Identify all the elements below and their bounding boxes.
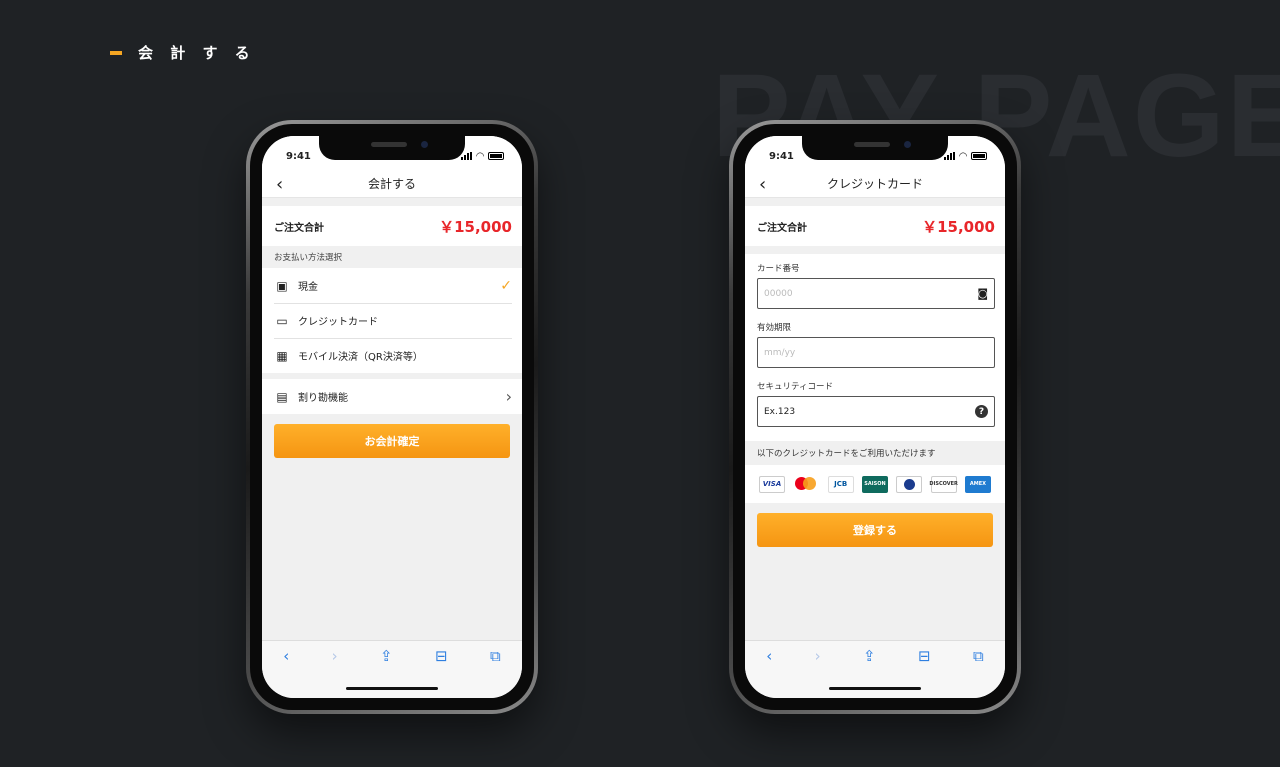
- order-total-row: ご注文合計 ￥15,000: [262, 206, 522, 246]
- back-chevron-icon[interactable]: ‹: [759, 174, 766, 195]
- checkmark-icon: ✓: [500, 277, 512, 294]
- card-number-field[interactable]: 00000 ◙: [757, 278, 995, 309]
- forward-arrow-icon[interactable]: ›: [332, 647, 338, 698]
- wifi-icon: ◠: [959, 150, 967, 162]
- split-bill-list: ▤ 割り勘機能 ›: [262, 379, 522, 414]
- order-total-amount: ￥15,000: [439, 217, 512, 236]
- battery-icon: [971, 152, 987, 160]
- share-icon[interactable]: ⇪: [863, 647, 876, 698]
- phone-mockup-checkout: 9:41 ◠ ‹ 会計する ご注文合計 ￥15,000 お支払い方法選択 ▣ 現…: [246, 120, 538, 714]
- tabs-icon[interactable]: ⧉: [490, 647, 501, 698]
- signal-icon: [461, 152, 473, 160]
- confirm-checkout-button[interactable]: お会計確定: [274, 424, 510, 458]
- back-arrow-icon[interactable]: ‹: [766, 647, 772, 698]
- nav-bar: ‹ 会計する: [262, 170, 522, 198]
- amex-logo-icon: AMEX: [964, 475, 991, 493]
- forward-arrow-icon[interactable]: ›: [815, 647, 821, 698]
- bookmarks-icon[interactable]: ⊟: [918, 647, 931, 698]
- mastercard-logo-icon: [793, 476, 819, 493]
- cash-icon: ▣: [276, 278, 288, 293]
- payment-option-cash[interactable]: ▣ 現金 ✓: [262, 268, 522, 303]
- checkout-screen: 9:41 ◠ ‹ 会計する ご注文合計 ￥15,000 お支払い方法選択 ▣ 現…: [262, 136, 522, 698]
- payment-method-list: ▣ 現金 ✓ ▭ クレジットカード ▦ モバイル決済（QR決済等）: [262, 268, 522, 373]
- payment-option-credit-card[interactable]: ▭ クレジットカード: [262, 303, 522, 338]
- payment-option-mobile[interactable]: ▦ モバイル決済（QR決済等）: [262, 338, 522, 373]
- status-time: 9:41: [286, 150, 311, 162]
- back-arrow-icon[interactable]: ‹: [283, 647, 289, 698]
- accepted-cards-label: 以下のクレジットカードをご利用いただけます: [757, 449, 936, 459]
- split-bill-label: 割り勘機能: [298, 393, 348, 404]
- accent-dash: [110, 50, 122, 55]
- payment-option-label: モバイル決済（QR決済等）: [298, 352, 423, 363]
- split-bill-item[interactable]: ▤ 割り勘機能 ›: [262, 379, 522, 414]
- order-total-row: ご注文合計 ￥15,000: [745, 206, 1005, 246]
- section-title: 会 計 す る: [110, 42, 256, 63]
- register-card-button[interactable]: 登録する: [757, 513, 993, 547]
- discover-logo-icon: DISCOVER: [929, 475, 958, 493]
- saison-card-logo-icon: SAISON: [861, 475, 888, 493]
- order-total-amount: ￥15,000: [922, 217, 995, 236]
- payment-option-label: クレジットカード: [298, 317, 378, 328]
- card-form: カード番号 00000 ◙ 有効期限 mm/yy セキュリティコード Ex.12…: [745, 254, 1005, 441]
- section-title-label: 会 計 す る: [138, 44, 256, 62]
- payment-method-section-label: お支払い方法選択: [274, 253, 343, 263]
- credit-card-screen: 9:41 ◠ ‹ クレジットカード ご注文合計 ￥15,000 カード番号 00…: [745, 136, 1005, 698]
- expiry-placeholder: mm/yy: [764, 347, 796, 358]
- bookmarks-icon[interactable]: ⊟: [435, 647, 448, 698]
- camera-icon[interactable]: ◙: [977, 287, 988, 300]
- phone-notch: [319, 136, 465, 160]
- qr-code-icon: ▦: [276, 348, 288, 363]
- status-time: 9:41: [769, 150, 794, 162]
- home-indicator: [346, 687, 438, 690]
- credit-card-icon: ▭: [276, 313, 288, 328]
- phone-notch: [802, 136, 948, 160]
- payment-option-label: 現金: [298, 282, 318, 293]
- chevron-right-icon: ›: [505, 387, 512, 406]
- security-code-field[interactable]: Ex.123 ?: [757, 396, 995, 427]
- home-indicator: [829, 687, 921, 690]
- jcb-logo-icon: JCB: [827, 475, 854, 493]
- signal-icon: [944, 152, 956, 160]
- order-total-label: ご注文合計: [274, 222, 324, 234]
- nav-title: 会計する: [367, 177, 416, 191]
- order-total-label: ご注文合計: [757, 222, 807, 234]
- back-chevron-icon[interactable]: ‹: [276, 174, 283, 195]
- battery-icon: [488, 152, 504, 160]
- expiry-label: 有効期限: [757, 323, 792, 333]
- calculator-icon: ▤: [276, 389, 288, 404]
- card-number-placeholder: 00000: [764, 288, 793, 299]
- accepted-cards-row: VISA JCB SAISON DISCOVER AMEX: [745, 465, 1005, 503]
- security-code-label: セキュリティコード: [757, 382, 833, 392]
- share-icon[interactable]: ⇪: [380, 647, 393, 698]
- diners-club-logo-icon: [896, 475, 923, 493]
- wifi-icon: ◠: [476, 150, 484, 162]
- visa-logo-icon: VISA: [759, 475, 785, 493]
- help-icon[interactable]: ?: [975, 405, 988, 418]
- security-code-value: Ex.123: [764, 406, 796, 417]
- card-number-label: カード番号: [757, 264, 800, 274]
- nav-title: クレジットカード: [826, 177, 923, 191]
- phone-mockup-credit-card: 9:41 ◠ ‹ クレジットカード ご注文合計 ￥15,000 カード番号 00…: [729, 120, 1021, 714]
- tabs-icon[interactable]: ⧉: [973, 647, 984, 698]
- nav-bar: ‹ クレジットカード: [745, 170, 1005, 198]
- expiry-field[interactable]: mm/yy: [757, 337, 995, 368]
